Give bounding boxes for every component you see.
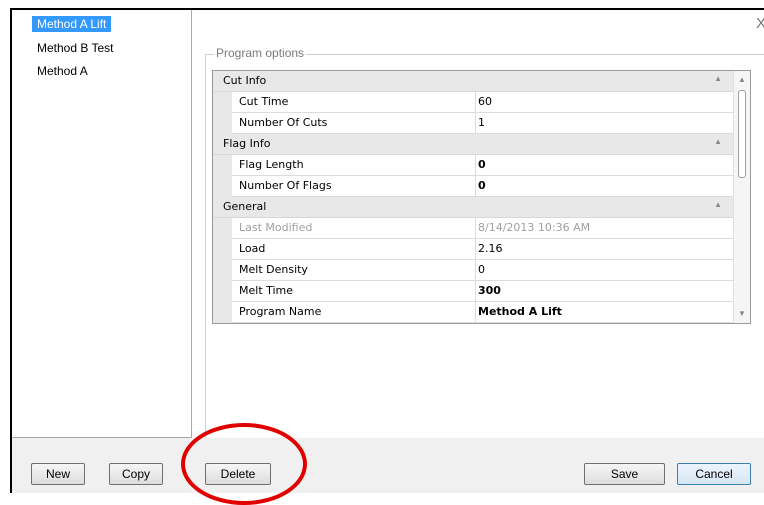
property-name: Melt Density [232,260,476,281]
property-name: Load [232,239,476,260]
property-row[interactable]: Last Modified 8/14/2013 10:36 AM [213,218,734,239]
chevron-up-icon[interactable]: ▲ [714,200,722,209]
category-label: Flag Info [223,137,271,150]
category-label: Cut Info [223,74,267,87]
property-grid[interactable]: Cut Info ▲ Cut Time 60 Number Of Cuts 1 … [212,70,751,324]
category-row[interactable]: Flag Info ▲ [213,134,734,155]
methods-list[interactable]: Method A Lift Method B Test Method A [12,10,192,438]
row-gutter [213,239,232,260]
property-name: Program Name [232,302,476,323]
cancel-button[interactable]: Cancel [677,463,751,485]
property-value[interactable]: 300 [476,281,734,302]
property-row[interactable]: Cut Time 60 [213,92,734,113]
property-name: Last Modified [232,218,476,239]
chevron-up-icon[interactable]: ▲ [714,137,722,146]
property-value[interactable]: Method A Lift [476,302,734,323]
vertical-scrollbar[interactable]: ▲ ▼ [733,71,750,323]
property-name: Number Of Cuts [232,113,476,134]
property-value[interactable]: 0 [476,260,734,281]
program-options-title: Program options [214,46,307,60]
row-gutter [213,155,232,176]
property-row[interactable]: Melt Density 0 [213,260,734,281]
property-row[interactable]: Number Of Flags 0 [213,176,734,197]
property-value: 8/14/2013 10:36 AM [476,218,734,239]
property-row[interactable]: Flag Length 0 [213,155,734,176]
row-gutter [213,218,232,239]
property-row[interactable]: Program Name Method A Lift [213,302,734,323]
methods-list-item[interactable]: Method B Test [32,40,119,56]
property-name: Flag Length [232,155,476,176]
property-value[interactable]: 0 [476,155,734,176]
methods-list-item[interactable]: Method A [32,63,93,79]
property-row[interactable]: Load 2.16 [213,239,734,260]
property-value[interactable]: 2.16 [476,239,734,260]
scrollbar-thumb[interactable] [738,90,746,178]
property-name: Number Of Flags [232,176,476,197]
category-label: General [223,200,267,213]
property-value[interactable]: 0 [476,176,734,197]
property-row[interactable]: Number Of Cuts 1 [213,113,734,134]
row-gutter [213,260,232,281]
copy-button[interactable]: Copy [109,463,163,485]
close-icon[interactable]: X [756,15,764,32]
row-gutter [213,281,232,302]
triangle-up-icon[interactable]: ▲ [734,73,750,87]
property-value[interactable]: 60 [476,92,734,113]
category-row[interactable]: Cut Info ▲ [213,71,734,92]
new-button[interactable]: New [31,463,85,485]
triangle-down-icon[interactable]: ▼ [734,307,750,321]
chevron-up-icon[interactable]: ▲ [714,74,722,83]
property-name: Cut Time [232,92,476,113]
row-gutter [213,113,232,134]
property-row[interactable]: Melt Time 300 [213,281,734,302]
row-gutter [213,92,232,113]
save-button[interactable]: Save [584,463,665,485]
property-value[interactable]: 1 [476,113,734,134]
property-name: Melt Time [232,281,476,302]
methods-list-item[interactable]: Method A Lift [32,16,112,32]
category-row[interactable]: General ▲ [213,197,734,218]
row-gutter [213,302,232,323]
row-gutter [213,176,232,197]
